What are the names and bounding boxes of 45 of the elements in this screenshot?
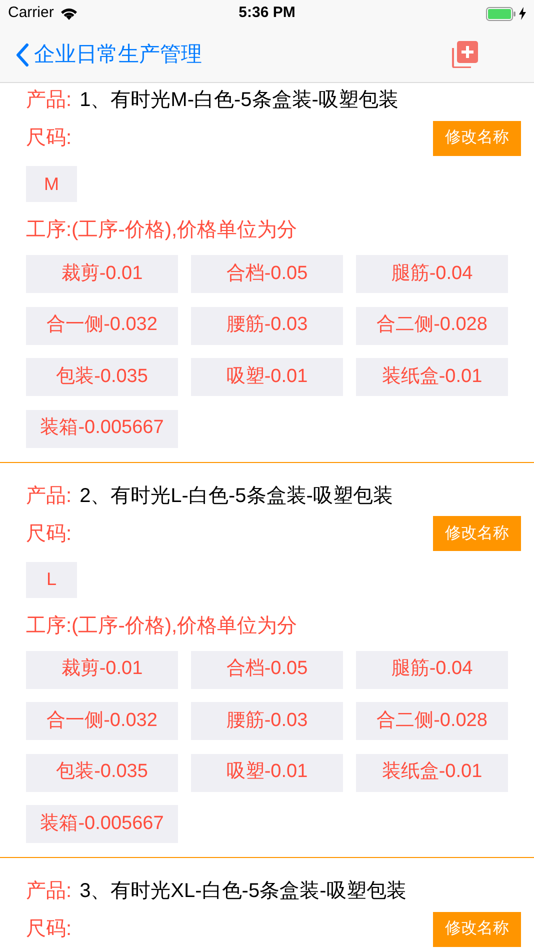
- size-chip[interactable]: M: [26, 166, 77, 202]
- add-copy-icon: [452, 41, 478, 68]
- charging-icon: [519, 7, 526, 20]
- process-chip[interactable]: 装纸盒-0.01: [356, 754, 508, 792]
- rename-button[interactable]: 修改名称: [433, 120, 521, 156]
- size-label: 尺码:: [26, 522, 72, 546]
- process-chip[interactable]: 装纸盒-0.01: [356, 358, 508, 396]
- process-chip[interactable]: 合一侧-0.032: [26, 306, 178, 344]
- size-label: 尺码:: [26, 917, 72, 942]
- product-name: 2、有时光L-白色-5条盒装-吸塑包装: [80, 484, 393, 508]
- process-chip[interactable]: 裁剪-0.01: [26, 255, 178, 293]
- product-name: 1、有时光M-白色-5条盒装-吸塑包装: [80, 88, 398, 113]
- process-chip[interactable]: 腰筋-0.03: [191, 306, 343, 344]
- process-chip[interactable]: 包装-0.035: [26, 358, 178, 396]
- rename-button[interactable]: 修改名称: [433, 516, 521, 551]
- process-chip[interactable]: 合档-0.05: [191, 650, 343, 688]
- process-label: 工序:(工序-价格),价格单位为分: [26, 218, 298, 243]
- back-icon: [16, 42, 29, 66]
- process-chip[interactable]: 裁剪-0.01: [26, 650, 178, 688]
- size-chip[interactable]: L: [26, 562, 77, 598]
- process-chip[interactable]: 装箱-0.005667: [26, 410, 178, 448]
- process-label: 工序:(工序-价格),价格单位为分: [26, 614, 298, 638]
- size-label: 尺码:: [26, 126, 72, 151]
- process-chip[interactable]: 合一侧-0.032: [26, 702, 178, 740]
- process-chip[interactable]: 腰筋-0.03: [191, 702, 343, 740]
- process-chip[interactable]: 腿筋-0.04: [356, 255, 508, 293]
- rename-button[interactable]: 修改名称: [433, 912, 521, 946]
- process-chip[interactable]: 腿筋-0.04: [356, 650, 508, 688]
- process-chip[interactable]: 合二侧-0.028: [356, 306, 508, 344]
- process-chip[interactable]: 合二侧-0.028: [356, 702, 508, 740]
- process-chip[interactable]: 吸塑-0.01: [191, 358, 343, 396]
- wifi-icon: [60, 7, 78, 20]
- add-button[interactable]: [452, 41, 478, 68]
- process-chip[interactable]: 装箱-0.005667: [26, 805, 178, 843]
- product-label: 产品:: [26, 484, 72, 508]
- process-chip[interactable]: 包装-0.035: [26, 754, 178, 792]
- product-label: 产品:: [26, 88, 72, 113]
- process-chip[interactable]: 合档-0.05: [191, 255, 343, 293]
- battery-icon: [486, 6, 516, 20]
- process-chip[interactable]: 吸塑-0.01: [191, 754, 343, 792]
- product-label: 产品:: [26, 879, 72, 904]
- carrier: Carrier: [8, 3, 54, 24]
- time: 5:36 PM: [238, 3, 296, 24]
- back-button[interactable]: 企业日常生产管理: [16, 38, 202, 70]
- product-name: 3、有时光XL-白色-5条盒装-吸塑包装: [80, 879, 406, 904]
